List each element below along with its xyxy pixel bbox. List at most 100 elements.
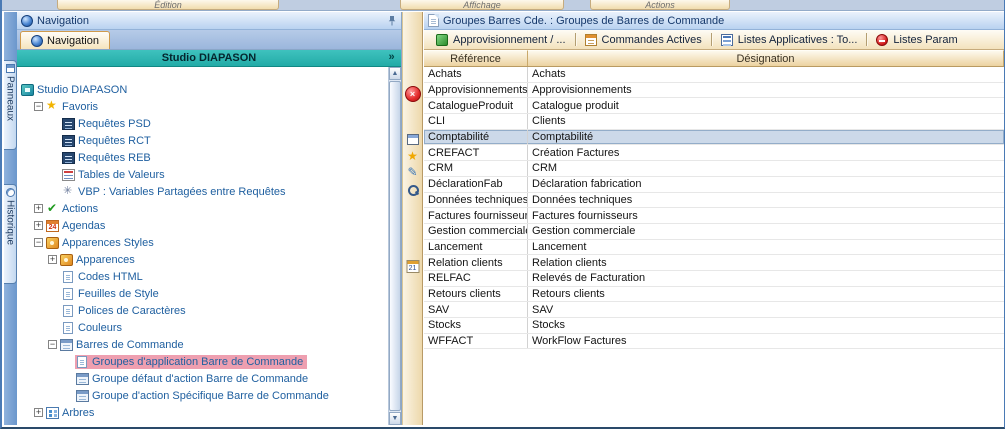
tree-item[interactable]: Requêtes REB [17,149,388,166]
cell-designation: Relation clients [528,255,1004,270]
table-row[interactable]: Relation clientsRelation clients [424,255,1004,271]
tree-item[interactable]: −Barres de Commande [17,336,388,353]
tree-item[interactable]: Codes HTML [17,268,388,285]
table-row[interactable]: WFFACTWorkFlow Factures [424,334,1004,350]
tree-item[interactable]: +Agendas [17,217,388,234]
tree-item[interactable]: +Actions [17,200,388,217]
expand-toggle-icon[interactable]: + [34,408,43,417]
favorite-star-icon[interactable] [407,150,418,162]
table-row[interactable]: Factures fournisseursFactures fournisseu… [424,208,1004,224]
table-row[interactable]: Données techniquesDonnées techniques [424,193,1004,209]
expand-toggle-icon[interactable]: − [34,238,43,247]
tree-item[interactable]: VBP : Variables Partagées entre Requêtes [17,183,388,200]
tree-item[interactable]: +Arbres [17,404,388,421]
tab-navigation[interactable]: Navigation [20,31,110,49]
toolbar-button-label: Listes Applicatives : To... [738,34,858,46]
listes-applicatives-icon [721,34,733,46]
expand-toggle-icon[interactable]: + [34,204,43,213]
collapse-chevron-icon[interactable]: » [384,51,399,65]
tree-item[interactable]: Requêtes RCT [17,132,388,149]
table-row[interactable]: RELFACRelevés de Facturation [424,271,1004,287]
tree-scrollbar[interactable]: ▲ ▼ [388,67,401,425]
tree-item[interactable]: Feuilles de Style [17,285,388,302]
table-row[interactable]: ApprovisionnementsApprovisionnements [424,83,1004,99]
tree-item-core[interactable]: Groupe défaut d'action Barre de Commande [75,372,312,386]
tree-item[interactable]: +Apparences [17,251,388,268]
table-row[interactable]: AchatsAchats [424,67,1004,83]
tree-item[interactable]: Couleurs [17,319,388,336]
close-icon[interactable] [405,86,421,102]
table-row[interactable]: CREFACTCréation Factures [424,145,1004,161]
expand-toggle-icon[interactable]: − [34,102,43,111]
tree-item-core[interactable]: Actions [45,202,102,216]
tree-item-core[interactable]: VBP : Variables Partagées entre Requêtes [61,185,290,199]
cell-designation: Comptabilité [528,130,1004,145]
tree-item[interactable]: Tables de Valeurs [17,166,388,183]
tree-item[interactable]: Requêtes PSD [17,115,388,132]
window-icon[interactable] [407,134,419,145]
table-row[interactable]: LancementLancement [424,240,1004,256]
side-tab-panneaux[interactable]: Panneaux [4,60,17,150]
tree-item-core[interactable]: Polices de Caractères [61,304,190,318]
tree-item-core[interactable]: Apparences [59,253,139,267]
calendar-icon[interactable]: 21 [406,260,419,273]
tree-item[interactable]: −Favoris [17,98,388,115]
column-header-reference[interactable]: Référence [424,50,528,66]
table-row[interactable]: StocksStocks [424,318,1004,334]
cell-reference: DéclarationFab [424,177,528,192]
tree-item-core[interactable]: Groupe d'action Spécifique Barre de Comm… [75,389,333,403]
tree-item-core[interactable]: Requêtes REB [61,151,155,165]
toolbar-button-label: Commandes Actives [602,34,702,46]
tree-item[interactable]: Groupe défaut d'action Barre de Commande [17,370,388,387]
tree-item-core[interactable]: Agendas [45,219,109,233]
tree-item[interactable]: Groupes d'application Barre de Commande [17,353,388,370]
tree-item[interactable]: −Apparences Styles [17,234,388,251]
expand-toggle-icon[interactable]: − [48,340,57,349]
cell-designation: Données techniques [528,193,1004,208]
tree-item-core[interactable]: Arbres [45,406,98,420]
tree-header: Studio DIAPASON » [17,50,401,67]
pin-icon[interactable] [386,15,397,27]
table-row[interactable]: CLIClients [424,114,1004,130]
scroll-up-icon[interactable]: ▲ [389,67,401,80]
tree-item-core[interactable]: Groupes d'application Barre de Commande [75,355,307,369]
expand-toggle-icon[interactable]: + [34,221,43,230]
side-tab-historique[interactable]: Historique [4,184,17,284]
table-row[interactable]: DéclarationFabDéclaration fabrication [424,177,1004,193]
table-row[interactable]: ComptabilitéComptabilité [424,130,1004,146]
column-header-designation[interactable]: Désignation [528,50,1004,66]
tree-item-core[interactable]: Favoris [45,100,102,114]
tree-item-label: Requêtes RCT [78,135,151,147]
tree-item-core[interactable]: Couleurs [61,321,126,335]
toolbar-button[interactable]: Listes Param [869,34,964,46]
table-row[interactable]: Retours clientsRetours clients [424,287,1004,303]
tree-item-core[interactable]: Tables de Valeurs [61,168,169,182]
toolbar-button[interactable]: Approvisionnement / ... [429,34,573,46]
menu-actions[interactable]: Actions [590,0,730,10]
table-row[interactable]: SAVSAV [424,302,1004,318]
table-row[interactable]: CRMCRM [424,161,1004,177]
toolbar-button[interactable]: Listes Applicatives : To... [714,34,865,46]
expand-toggle-icon[interactable]: + [48,255,57,264]
tree-item-core[interactable]: Requêtes RCT [61,134,155,148]
tree-item-core[interactable]: Apparences Styles [45,236,158,250]
tree-item-core[interactable]: Requêtes PSD [61,117,155,131]
tree-item-core[interactable]: Codes HTML [61,270,147,284]
table-row[interactable]: Gestion commercialeGestion commerciale [424,224,1004,240]
tree-item[interactable]: Groupe d'action Spécifique Barre de Comm… [17,387,388,404]
tree-item[interactable]: Studio DIAPASON [17,81,388,98]
table-row[interactable]: CatalogueProduitCatalogue produit [424,98,1004,114]
tree-item-core[interactable]: Barres de Commande [59,338,188,352]
menu-edition[interactable]: Édition [57,0,279,10]
toolbar-button[interactable]: Commandes Actives [578,34,709,46]
menu-affichage[interactable]: Affichage [400,0,564,10]
tree-item-core[interactable]: Studio DIAPASON [20,83,131,97]
scrollbar-thumb[interactable] [389,81,401,411]
cmdbar-icon [76,390,89,402]
scroll-down-icon[interactable]: ▼ [389,412,401,425]
tree-item-core[interactable]: Feuilles de Style [61,287,163,301]
search-icon[interactable] [407,184,419,196]
tree-item[interactable]: Polices de Caractères [17,302,388,319]
toolbar-separator [866,33,867,46]
edit-pencil-icon[interactable] [407,166,417,178]
